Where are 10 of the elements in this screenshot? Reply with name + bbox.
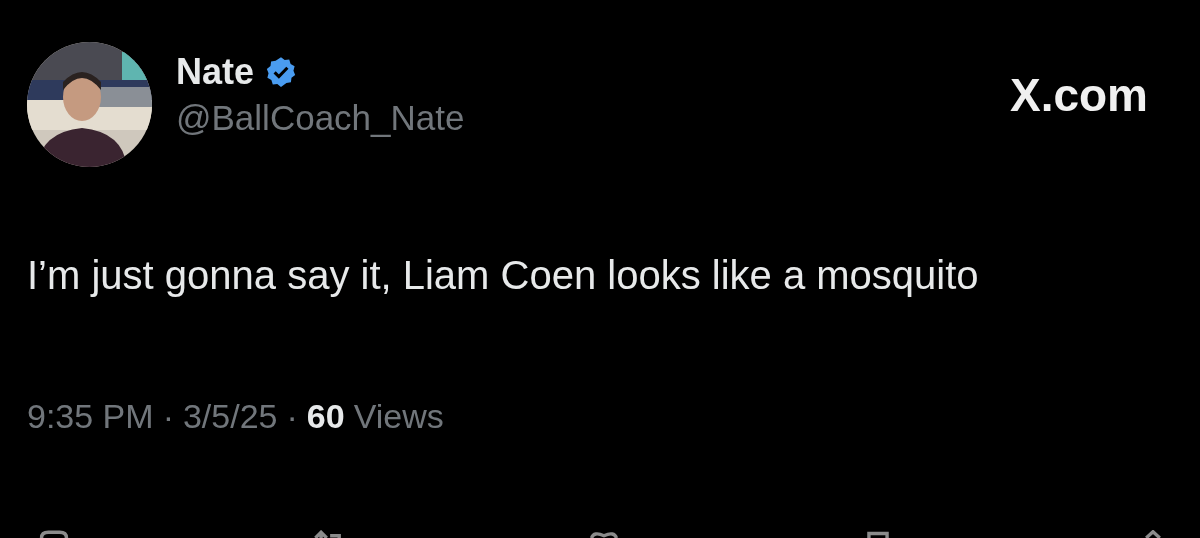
user-handle[interactable]: @BallCoach_Nate <box>176 94 465 142</box>
views-count: 60 <box>306 397 345 436</box>
separator-dot: · <box>162 397 174 436</box>
views-label: Views <box>353 397 444 436</box>
user-name[interactable]: Nate <box>176 50 255 94</box>
tweet-time[interactable]: 9:35 PM <box>27 397 154 436</box>
site-label: X.com <box>1009 68 1148 122</box>
tweet-text: I’m just gonna say it, Liam Coen looks like a mosquito <box>27 252 980 299</box>
separator-dot: · <box>286 397 298 436</box>
tweet-date[interactable]: 3/5/25 <box>182 397 278 436</box>
